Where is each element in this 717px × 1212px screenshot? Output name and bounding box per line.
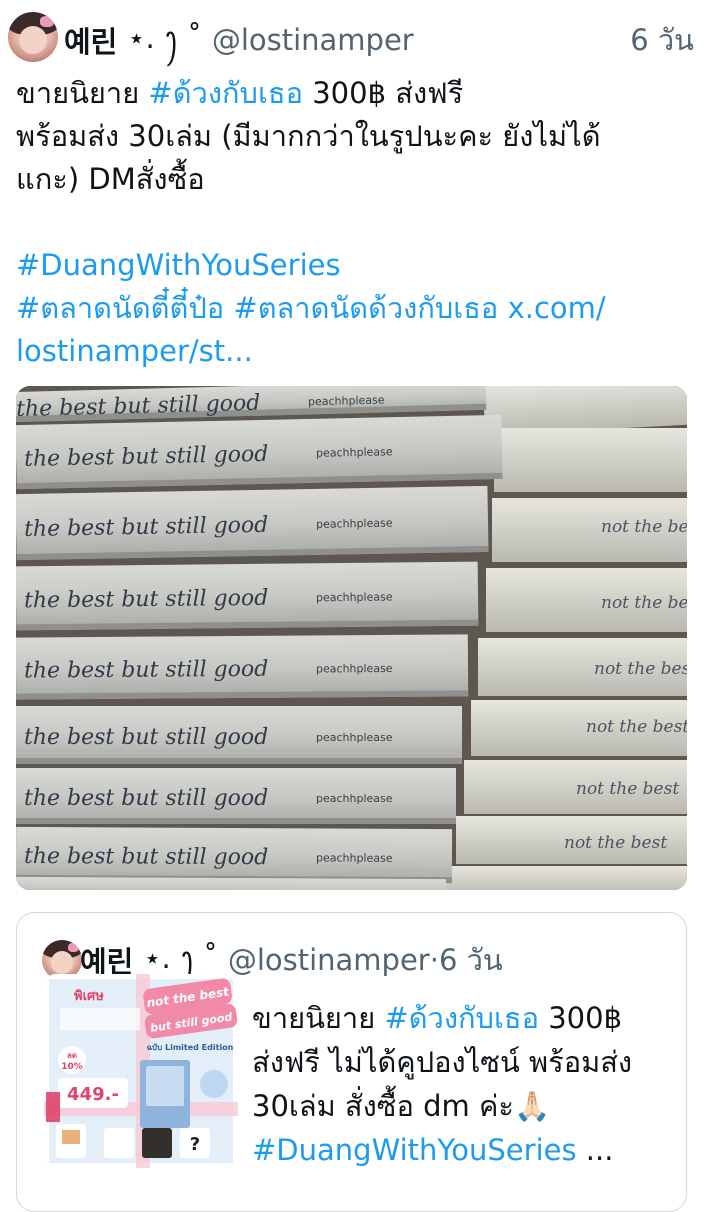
book-spine: the best but still good peachhplease <box>16 706 462 764</box>
right-spine-title: not the best <box>601 593 687 613</box>
tweet-text-segment: ขายนิยาย <box>16 76 149 110</box>
author-name-decoration: ⋆. ꫂ ˚ <box>127 20 202 55</box>
spine-author: peachhplease <box>316 851 393 864</box>
thumbnail-text: ฉบับ Limited Edition <box>147 1043 234 1052</box>
spine-author: peachhplease <box>316 445 393 460</box>
thumbnail-text: 449.- <box>67 1084 119 1105</box>
quoted-hashtag-series[interactable]: #DuangWithYouSeries <box>252 1133 577 1167</box>
right-spine-title: not the best <box>576 779 679 799</box>
right-spine-title: not the best <box>586 717 687 737</box>
tweet-text-line: พร้อมส่ง 30เล่ม (มีมากกว่าในรูปนะคะ ยังไ… <box>16 119 601 153</box>
tweet-text-line: แกะ) DMสั่งซื้อ <box>16 162 205 196</box>
right-spine-title: not the best <box>594 659 687 679</box>
quoted-text-line: ส่งฟรี ไม่ได้คูปองไซน์ พร้อมส่ง <box>252 1045 633 1079</box>
quoted-tweet-timestamp[interactable]: 6 วัน <box>439 937 503 983</box>
tweet-text-segment: 300฿ ส่งฟรี <box>303 76 464 110</box>
quoted-author-handle[interactable]: @lostinamper <box>228 943 430 977</box>
quoted-separator: · <box>429 943 439 977</box>
spine-author: peachhplease <box>316 792 393 805</box>
hashtag-market-2[interactable]: #ตลาดนัดด้วงกับเธอ <box>233 291 498 325</box>
tweet-text: ขายนิยาย #ด้วงกับเธอ 300฿ ส่งฟรี พร้อมส่… <box>16 72 706 373</box>
author-handle[interactable]: @lostinamper <box>212 23 414 57</box>
spine-author: peachhplease <box>308 393 385 408</box>
spine-title: the best but still good <box>24 786 268 811</box>
hashtag-series[interactable]: #DuangWithYouSeries <box>16 248 341 282</box>
quoted-tweet-text: ขายนิยาย #ด้วงกับเธอ 300฿ ส่งฟรี ไม่ได้ค… <box>252 996 682 1172</box>
thumbnail-text: ? <box>190 1134 200 1155</box>
spine-title: the best but still good <box>24 442 269 472</box>
quoted-hashtag-duang[interactable]: #ด้วงกับเธอ <box>384 1001 539 1035</box>
thumbnail-text: 10% <box>61 1062 83 1072</box>
hashtag-market-1[interactable]: #ตลาดนัดตี๋ตี๋ป๋อ <box>16 291 224 325</box>
spine-author: peachhplease <box>316 517 393 531</box>
spine-title: the best but still good <box>24 513 269 542</box>
spine-title: the best but still good <box>24 725 268 750</box>
book-spine: the best but still good peachhplease <box>16 485 489 561</box>
book-spine: the best but still good peachhplease <box>16 414 503 490</box>
quoted-text-ellipsis: ... <box>576 1133 614 1167</box>
tweet-link-part-1[interactable]: x.com/ <box>508 291 606 325</box>
tweet-timestamp[interactable]: 6 วัน <box>630 17 694 63</box>
book-spine: the best but still good peachhplease <box>16 826 453 884</box>
spine-author: peachhplease <box>316 662 393 676</box>
thumbnail-text: พิเศษ <box>74 989 104 1004</box>
spine-title: the best but still good <box>24 657 268 684</box>
quoted-text-segment: 300฿ <box>539 1001 623 1035</box>
tweet-photo[interactable]: not the best not the best not the best n… <box>16 386 687 890</box>
hashtag-duang-with-you[interactable]: #ด้วงกับเธอ <box>148 76 303 110</box>
quoted-tweet-image[interactable]: พิเศษ not the best but still good ฉบับ L… <box>44 974 238 1168</box>
author-avatar[interactable] <box>8 12 58 62</box>
tweet-link-part-2[interactable]: lostinamper/st... <box>16 334 253 368</box>
book-spine: the best but still good peachhplease <box>16 634 469 700</box>
spine-author: peachhplease <box>316 590 393 604</box>
spine-title: the best but still good <box>24 844 268 870</box>
author-display-name[interactable]: 예린 <box>64 19 117 61</box>
book-spine: the best but still good peachhplease <box>16 768 456 824</box>
spine-author: peachhplease <box>316 731 393 744</box>
right-spine-title: not the best <box>564 833 667 853</box>
right-spine-title: not the best <box>601 517 687 537</box>
book-spine: the best but still good peachhplease <box>16 561 479 631</box>
spine-title: the best but still good <box>24 586 268 614</box>
thumbnail-text: ลด <box>67 1051 77 1060</box>
quoted-text-segment: ขายนิยาย <box>252 1001 385 1035</box>
book-spine <box>16 876 447 890</box>
quoted-text-line: 30เล่ม สั่งซื้อ dm ค่ะ🙏🏻 <box>252 1089 551 1123</box>
tweet-header: 예린 ⋆. ꫂ ˚ @lostinamper 6 วัน <box>64 18 694 62</box>
